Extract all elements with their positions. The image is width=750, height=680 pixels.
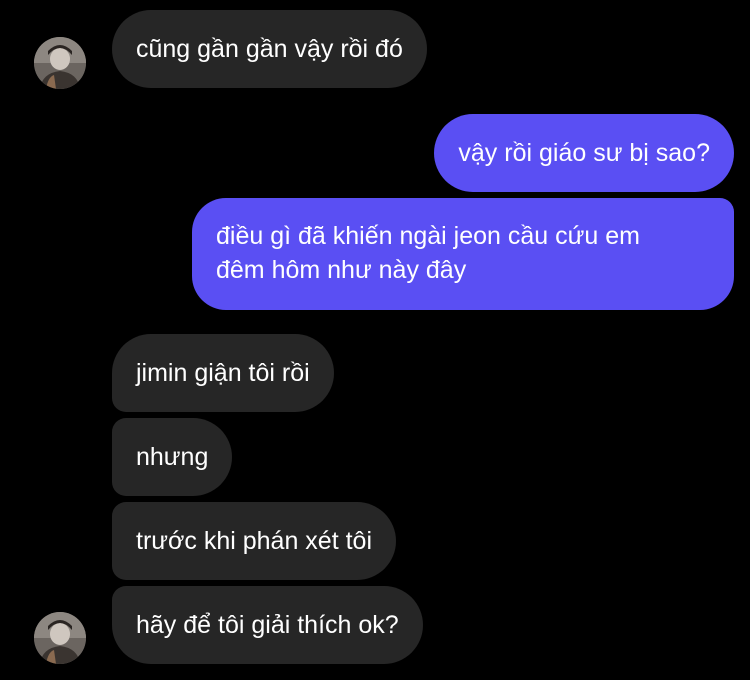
message-text: vậy rồi giáo sư bị sao? (458, 139, 710, 167)
contact-avatar-icon[interactable] (34, 612, 86, 664)
message-text: nhưng (136, 443, 209, 471)
message-bubble-incoming[interactable]: hãy để tôi giải thích ok? (112, 586, 423, 664)
message-bubble-outgoing[interactable]: điều gì đã khiến ngài jeon cầu cứu em đê… (192, 198, 734, 310)
message-bubble-incoming[interactable]: nhưng (112, 418, 233, 496)
message-text: jimin giận tôi rồi (136, 359, 310, 387)
message-bubble-incoming[interactable]: jimin giận tôi rồi (112, 334, 334, 412)
message-text: hãy để tôi giải thích ok? (136, 611, 399, 639)
message-bubble-incoming[interactable]: trước khi phán xét tôi (112, 502, 397, 580)
message-bubble-incoming[interactable]: cũng gần gần vậy rồi đó (112, 10, 427, 88)
message-bubble-outgoing[interactable]: vậy rồi giáo sư bị sao? (434, 114, 734, 192)
message-text: cũng gần gần vậy rồi đó (136, 35, 403, 63)
contact-avatar-icon[interactable] (34, 37, 86, 89)
message-text-line: đêm hôm như này đây (216, 256, 467, 284)
message-text: trước khi phán xét tôi (136, 527, 373, 555)
message-text-line: điều gì đã khiến ngài jeon cầu cứu em (216, 222, 640, 250)
